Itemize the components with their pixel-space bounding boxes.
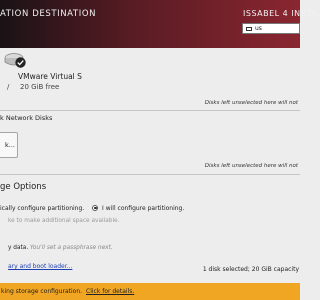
add-disk-button[interactable]: k... <box>0 132 18 158</box>
storage-options-title: ge Options <box>0 182 47 192</box>
encrypt-hint: You'll set a passphrase next. <box>30 245 113 251</box>
disk-mount-separator: / <box>7 83 10 91</box>
local-disks-hint: Disks left unselected here will not <box>204 100 298 106</box>
keyboard-layout-indicator[interactable]: us <box>242 23 300 34</box>
auto-partitioning-label[interactable]: ically configure partitioning. <box>0 205 84 212</box>
manual-partitioning-label[interactable]: I will configure partitioning. <box>102 205 184 212</box>
manual-partitioning-radio[interactable] <box>92 204 99 211</box>
bootloader-link[interactable]: ary and boot loader... <box>8 263 72 270</box>
main-content: VMware Virtual S / 20 GiB free Disks lef… <box>0 48 300 283</box>
keyboard-layout-label: us <box>255 25 262 32</box>
page-title: ATION DESTINATION <box>0 9 97 19</box>
divider <box>0 174 300 175</box>
divider <box>0 110 300 111</box>
warning-text: king storage configuration. <box>1 288 83 295</box>
network-disks-hint: Disks left unselected here will not <box>204 163 298 169</box>
disk-free-space: 20 GiB free <box>20 83 60 91</box>
warning-details-link[interactable]: Click for details. <box>86 288 134 295</box>
warning-bar: king storage configuration. Click for de… <box>0 283 300 300</box>
network-disks-label: k Network Disks <box>0 114 53 122</box>
disk-name: VMware Virtual S <box>18 72 82 81</box>
keyboard-icon <box>246 26 252 31</box>
product-name: ISSABEL 4 INSTA <box>243 9 317 18</box>
check-icon <box>15 57 26 68</box>
disk-summary: 1 disk selected; 20 GiB capacity <box>202 266 299 273</box>
partitioning-options: ically configure partitioning. I will co… <box>0 204 184 212</box>
encrypt-option[interactable]: y data. You'll set a passphrase next. <box>8 245 113 251</box>
local-disk-tile[interactable] <box>4 52 26 70</box>
make-space-label: ke to make additional space available. <box>8 218 120 224</box>
header-bar: ATION DESTINATION ISSABEL 4 INSTA us <box>0 0 316 48</box>
encrypt-label: y data. <box>8 245 29 251</box>
